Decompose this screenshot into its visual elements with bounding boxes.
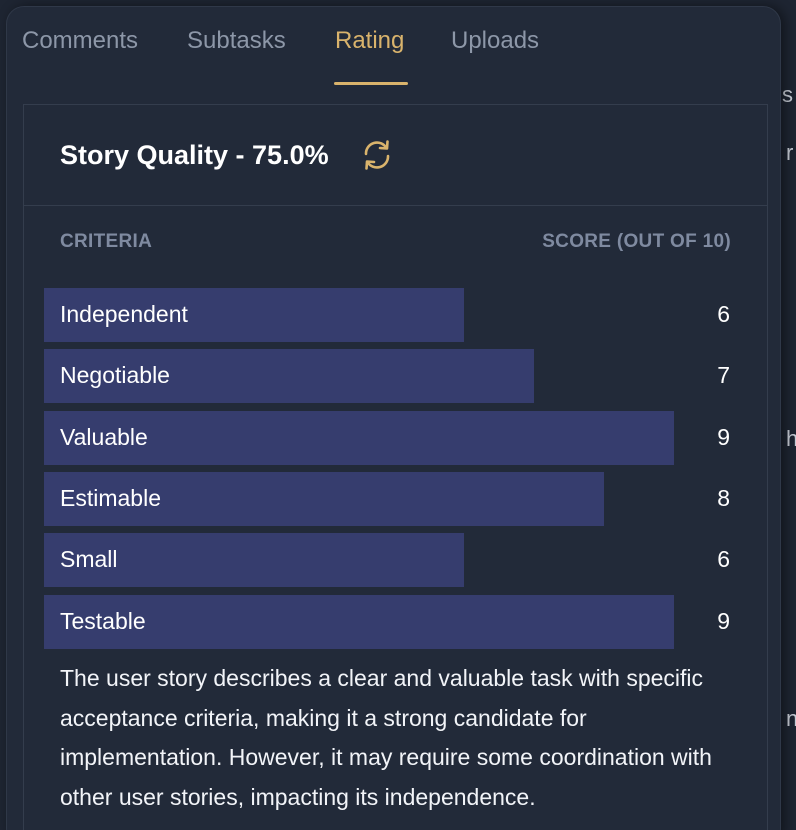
rating-title: Story Quality - 75.0% [60, 140, 329, 170]
criteria-score: 8 [717, 484, 730, 511]
rating-card: Story Quality - 75.0% CRITERIA SCORE (OU… [23, 104, 768, 830]
criteria-row: Independent 6 [44, 288, 734, 342]
criteria-score: 9 [717, 607, 730, 634]
rating-card-header: Story Quality - 75.0% [24, 105, 767, 206]
criteria-name: Estimable [60, 484, 161, 511]
criteria-row: Negotiable 7 [44, 349, 734, 404]
criteria-row: Estimable 8 [44, 471, 734, 526]
criteria-row: Valuable 9 [44, 410, 734, 465]
criteria-score: 7 [717, 362, 730, 389]
criteria-name: Small [60, 546, 118, 573]
score-column-header: SCORE (OUT OF 10) [542, 231, 731, 252]
background-text-fragment: n [786, 706, 796, 731]
criteria-column-header: CRITERIA [60, 231, 153, 252]
criteria-row: Testable 9 [44, 594, 734, 649]
background-text-fragment: h [786, 426, 796, 451]
background-text-fragment: r [786, 140, 794, 165]
active-tab-indicator [334, 82, 408, 85]
refresh-icon[interactable] [360, 138, 394, 172]
criteria-name: Negotiable [60, 362, 170, 389]
task-detail-panel: Comments Subtasks Rating Uploads Story Q… [6, 6, 781, 830]
criteria-name: Independent [60, 301, 188, 327]
criteria-name: Valuable [60, 423, 148, 450]
rating-summary: The user story describes a clear and val… [60, 665, 712, 810]
screen: s r h n Comments Subtasks Rating Uploads… [0, 0, 796, 830]
criteria-row: Small 6 [44, 533, 734, 588]
criteria-score: 6 [717, 301, 730, 327]
background-text-fragment: s [782, 82, 793, 107]
criteria-name: Testable [60, 607, 146, 634]
criteria-score: 6 [717, 546, 730, 573]
tab-bar: Comments Subtasks Rating Uploads [7, 7, 780, 87]
tab-rating[interactable]: Rating [335, 27, 404, 55]
tab-comments[interactable]: Comments [22, 27, 138, 55]
tab-uploads[interactable]: Uploads [451, 27, 539, 55]
tab-subtasks[interactable]: Subtasks [187, 27, 286, 55]
criteria-score: 9 [717, 423, 730, 450]
